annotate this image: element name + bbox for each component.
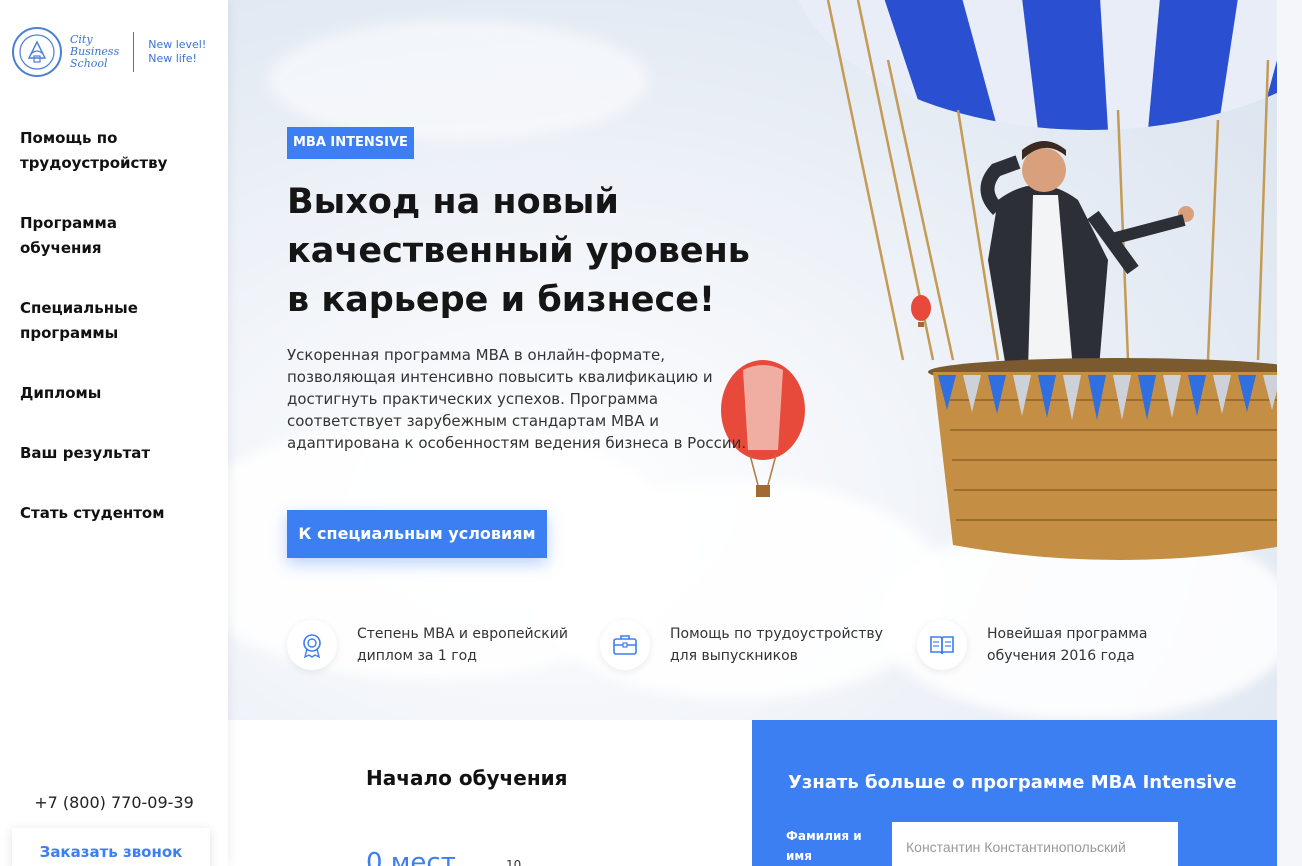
tiny-red-balloon [911,295,931,327]
logo-wordmark: City Business School [70,34,119,70]
nav-item-employment-help[interactable]: Помощь по трудоустройству [20,126,170,176]
sidebar: City Business School New level! New life… [0,0,228,866]
nav-item-special-programs[interactable]: Специальные программы [20,296,140,346]
feature-text: Новейшая программа обучения 2016 года [987,626,1148,664]
feature-item: Помощь по трудоустройству для выпускнико… [600,620,900,670]
hero-section: MBA INTENSIVE Выход на новый качественны… [228,0,1277,720]
name-input[interactable] [892,822,1178,866]
callback-button[interactable]: Заказать звонок [12,828,210,866]
man-figure [980,141,1194,380]
open-book-icon [917,620,967,670]
nav-item-become-student[interactable]: Стать студентом [20,501,220,526]
basket [928,358,1277,560]
hero-headline: Выход на новый качественный уровень в ка… [287,182,750,320]
name-field-label: Фамилия и имя [786,829,862,863]
hero-description: Ускоренная программа MBA в онлайн-формат… [287,346,747,452]
briefcase-icon [600,620,650,670]
nav-item-program[interactable]: Программа обучения [20,211,130,261]
seats-count: 0 мест [366,848,456,866]
feature-item: Новейшая программа обучения 2016 года [917,620,1217,670]
slogan-line-1: New level! [148,38,207,51]
logo-line-3: School [70,57,108,70]
page-gutter [1277,0,1302,866]
logo-divider [133,32,135,72]
features-row: Степень MBA и европейский диплом за 1 го… [287,620,1267,680]
cloud-decoration [268,20,648,140]
logo[interactable]: City Business School New level! New life… [12,26,206,78]
start-title: Начало обучения [366,766,568,790]
form-title: Узнать больше о программе MBA Intensive [788,772,1237,793]
nav-item-your-result[interactable]: Ваш результат [20,441,220,466]
program-badge: MBA INTENSIVE [287,127,414,159]
feature-text: Помощь по трудоустройству для выпускнико… [670,626,883,664]
lead-form: Узнать больше о программе MBA Intensive … [752,720,1277,866]
slogan-line-2: New life! [148,52,197,65]
start-section: Начало обучения 0 мест 10 [228,720,752,866]
special-conditions-button[interactable]: К специальным условиям [287,510,547,558]
hot-air-balloon-illustration [721,0,1277,560]
feature-item: Степень MBA и европейский диплом за 1 го… [287,620,587,670]
feature-text: Степень MBA и европейский диплом за 1 го… [357,626,568,664]
city-emblem-icon [12,27,62,77]
logo-slogan: New level! New life! [148,38,206,66]
phone-number[interactable]: +7 (800) 770-09-39 [0,793,228,812]
sidebar-nav: Помощь по трудоустройству Программа обуч… [20,126,220,561]
seats-note: 10 [506,858,522,866]
award-medal-icon [287,620,337,670]
nav-item-diplomas[interactable]: Дипломы [20,381,220,406]
